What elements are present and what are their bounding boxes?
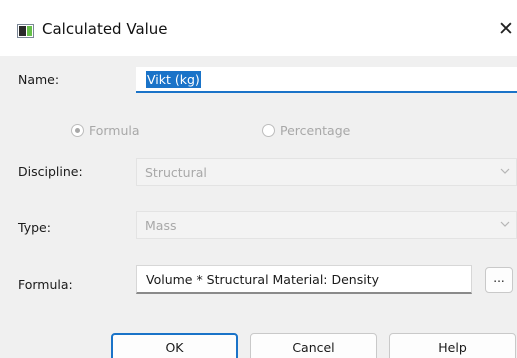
- formula-value: Volume * Structural Material: Density: [146, 272, 380, 287]
- title-bar: Calculated Value ✕: [0, 0, 517, 56]
- app-icon: [17, 24, 34, 38]
- name-value: Vikt (kg): [146, 71, 201, 88]
- name-label: Name:: [18, 72, 60, 87]
- help-button[interactable]: Help: [389, 333, 516, 358]
- type-value: Mass: [145, 218, 177, 233]
- cancel-button[interactable]: Cancel: [250, 333, 377, 358]
- radio-icon: [262, 124, 275, 137]
- chevron-down-icon: [500, 221, 510, 227]
- discipline-dropdown[interactable]: Structural: [136, 158, 517, 186]
- dialog-body: Name: Vikt (kg) Formula Percentage Disci…: [0, 56, 517, 358]
- ok-button[interactable]: OK: [111, 333, 238, 358]
- formula-input[interactable]: Volume * Structural Material: Density: [136, 265, 472, 294]
- formula-label: Formula:: [18, 277, 73, 292]
- discipline-label: Discipline:: [18, 164, 83, 179]
- type-dropdown[interactable]: Mass: [136, 211, 517, 239]
- name-input[interactable]: Vikt (kg): [136, 67, 517, 93]
- type-label: Type:: [18, 220, 51, 235]
- chevron-down-icon: [500, 168, 510, 174]
- radio-formula-label: Formula: [89, 123, 140, 138]
- discipline-value: Structural: [145, 165, 207, 180]
- window-title: Calculated Value: [42, 20, 168, 38]
- close-icon[interactable]: ✕: [495, 16, 517, 42]
- radio-icon: [71, 124, 84, 137]
- radio-percentage-label: Percentage: [280, 123, 351, 138]
- formula-browse-button[interactable]: ...: [485, 267, 513, 293]
